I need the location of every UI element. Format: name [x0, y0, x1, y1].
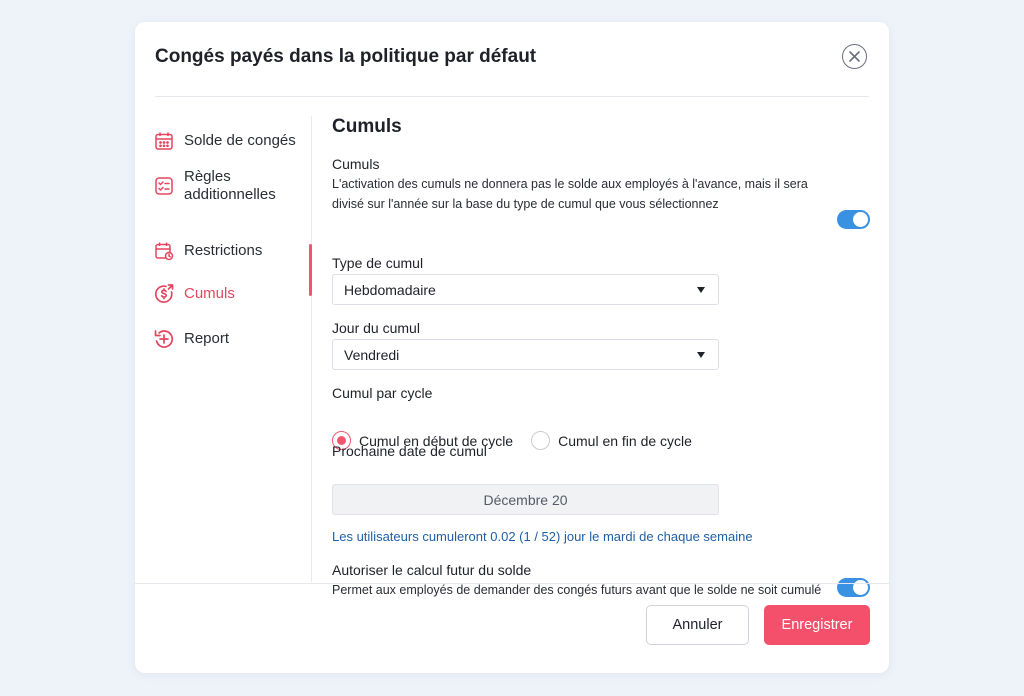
- next-date-value: Décembre 20: [483, 491, 568, 508]
- sidebar-item-label: Restrictions: [184, 242, 263, 259]
- cancel-button[interactable]: Annuler: [646, 605, 749, 645]
- calendar-restriction-icon: [153, 240, 175, 262]
- radio-fin-cycle[interactable]: [531, 431, 551, 450]
- close-icon: [849, 51, 860, 62]
- radio-label: Cumul en fin de cycle: [558, 432, 692, 449]
- plus-cycle-icon: [153, 328, 175, 350]
- sidebar-item-report[interactable]: Report: [153, 328, 229, 350]
- next-date-label: Prochaine date de cumul: [332, 443, 487, 459]
- accrual-info-text: Les utilisateurs cumuleront 0.02 (1 / 52…: [332, 529, 753, 544]
- active-indicator: [309, 244, 312, 296]
- type-select[interactable]: Hebdomadaire: [332, 274, 719, 305]
- next-date-field: Décembre 20: [332, 484, 719, 515]
- sidebar-item-restrictions[interactable]: Restrictions: [153, 240, 262, 262]
- sidebar-item-label: Report: [184, 330, 230, 347]
- cumuls-description: L'activation des cumuls ne donnera pas l…: [332, 177, 808, 211]
- future-toggle[interactable]: [837, 578, 870, 597]
- future-label: Autoriser le calcul futur du solde: [332, 562, 532, 578]
- sidebar-divider: [311, 116, 312, 582]
- dollar-cycle-icon: [153, 283, 175, 305]
- footer-divider: [135, 583, 889, 584]
- day-label: Jour du cumul: [332, 320, 420, 336]
- day-value: Vendredi: [344, 346, 400, 363]
- section-title: Cumuls: [332, 116, 402, 137]
- sidebar-item-regles[interactable]: Règles additionnelles: [153, 168, 276, 204]
- caret-down-icon: [697, 287, 705, 293]
- cycle-label: Cumul par cycle: [332, 385, 433, 401]
- sidebar-item-label: Solde de congés: [184, 132, 296, 149]
- sidebar-item-label: Cumuls: [184, 285, 235, 302]
- type-value: Hebdomadaire: [344, 281, 436, 298]
- sidebar-item-label: Règles additionnelles: [184, 168, 276, 203]
- close-button[interactable]: [842, 44, 867, 69]
- caret-down-icon: [697, 352, 705, 358]
- day-select[interactable]: Vendredi: [332, 339, 719, 370]
- type-label: Type de cumul: [332, 255, 424, 271]
- sidebar-item-cumuls[interactable]: Cumuls: [153, 283, 235, 305]
- calendar-icon: [153, 130, 175, 152]
- save-button[interactable]: Enregistrer: [764, 605, 870, 645]
- checklist-icon: [153, 175, 175, 197]
- cumuls-toggle[interactable]: [837, 210, 870, 229]
- header-divider: [155, 96, 869, 97]
- sidebar-item-solde[interactable]: Solde de congés: [153, 130, 296, 152]
- settings-modal: Congés payés dans la politique par défau…: [135, 22, 889, 673]
- modal-title: Congés payés dans la politique par défau…: [155, 46, 537, 67]
- cumuls-label: Cumuls: [332, 156, 380, 172]
